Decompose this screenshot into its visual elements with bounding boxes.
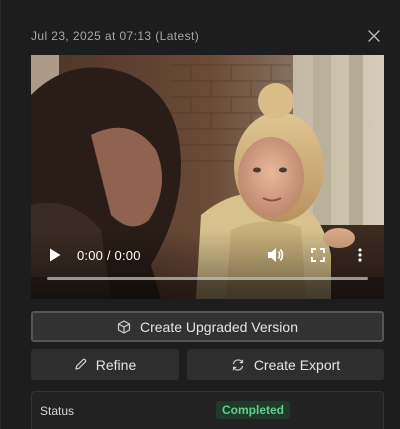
panel-header: Jul 23, 2025 at 07:13 (Latest) [31,26,384,46]
video-controls-right [266,245,370,265]
status-label: Status [40,404,75,418]
create-upgraded-version-button[interactable]: Create Upgraded Version [31,311,384,342]
video-progress-bar[interactable] [47,277,368,280]
more-vertical-icon [358,248,362,262]
time-display: 0:00 / 0:00 [77,247,141,263]
refine-button[interactable]: Refine [31,349,179,380]
status-badge: Completed [216,401,291,419]
version-timestamp: Jul 23, 2025 at 07:13 (Latest) [31,29,200,43]
refresh-icon [231,358,245,372]
version-details-panel: Jul 23, 2025 at 07:13 (Latest) 0:00 / 0:… [0,0,400,429]
cube-icon [117,319,131,334]
pencil-icon [74,358,87,371]
fullscreen-icon [311,248,325,262]
close-button[interactable] [364,26,384,46]
video-controls: 0:00 / 0:00 [45,245,370,265]
play-icon [50,248,61,262]
status-card: Status Completed [31,391,384,429]
create-export-label: Create Export [253,356,341,373]
video-player[interactable]: 0:00 / 0:00 [31,55,384,299]
create-upgraded-version-label: Create Upgraded Version [140,318,298,335]
volume-icon [268,248,284,262]
fullscreen-button[interactable] [308,245,328,265]
create-export-button[interactable]: Create Export [187,349,384,380]
close-icon [368,30,380,42]
refine-label: Refine [95,356,137,373]
volume-button[interactable] [266,245,286,265]
more-options-button[interactable] [350,245,370,265]
play-button[interactable] [45,245,65,265]
